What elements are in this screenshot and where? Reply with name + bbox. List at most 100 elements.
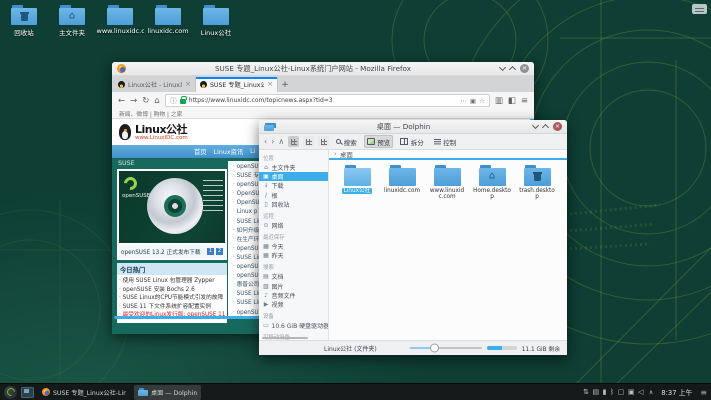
- tab-close-icon[interactable]: ×: [267, 81, 273, 88]
- back-icon[interactable]: ‹: [264, 137, 267, 147]
- site-logo-title[interactable]: Linux公社: [135, 124, 188, 135]
- selection-info: Linux公社 (文件夹): [324, 344, 377, 353]
- icon-view-button[interactable]: [288, 136, 299, 147]
- pocket-icon[interactable]: ▣: [470, 97, 476, 105]
- places-item[interactable]: 今天: [259, 242, 328, 251]
- virtual-desktop-pager[interactable]: [21, 387, 34, 398]
- place-icon: [263, 164, 269, 171]
- menu-icon[interactable]: ≡: [521, 96, 528, 106]
- url-text[interactable]: https://www.linuxidc.com/topicnews.aspx?…: [189, 97, 458, 104]
- url-bar[interactable]: ⓘ https://www.linuxidc.com/topicnews.asp…: [165, 94, 490, 107]
- file-item[interactable]: trash.desktop: [516, 165, 558, 201]
- minimize-icon[interactable]: [499, 64, 506, 71]
- promo-caption[interactable]: openSUSE 13.2 正式发布下载: [121, 247, 205, 256]
- places-item[interactable]: 10.6 GiB 硬盘驱动器: [259, 321, 328, 330]
- opensuse-chameleon-icon: [121, 174, 139, 192]
- clock[interactable]: 8:37 上午: [661, 387, 692, 397]
- back-icon[interactable]: ←: [118, 96, 125, 106]
- control-button[interactable]: 控制: [431, 135, 460, 148]
- site-nav-item[interactable]: 首页: [194, 147, 207, 156]
- close-icon[interactable]: ×: [553, 122, 562, 131]
- reload-icon[interactable]: ↻: [142, 96, 149, 106]
- desktop-folder-icon[interactable]: linuxidc.com: [144, 5, 192, 37]
- desktop-toolbox-button[interactable]: [692, 4, 707, 14]
- bookmarks-items[interactable]: 新闻、微博 | 购物 | 之家: [119, 109, 182, 118]
- pagination-2[interactable]: 2: [216, 248, 223, 255]
- minimize-icon[interactable]: [532, 122, 539, 129]
- places-item[interactable]: 视频: [259, 300, 328, 309]
- file-item[interactable]: www.linuxidc.com: [426, 165, 468, 201]
- breadcrumb[interactable]: › 桌面: [329, 150, 567, 160]
- dolphin-window: 桌面 — Dolphin × ‹ › ∧ 搜索 预览 拆分 控制: [259, 120, 567, 355]
- panel-settings-icon[interactable]: ≡: [700, 388, 707, 397]
- places-item[interactable]: 下载: [259, 181, 328, 190]
- dolphin-titlebar[interactable]: 桌面 — Dolphin ×: [259, 120, 567, 134]
- battery-icon[interactable]: ▮: [603, 388, 607, 397]
- file-item[interactable]: Home.desktop: [471, 165, 513, 201]
- file-item[interactable]: Linux公社: [336, 165, 378, 201]
- desktop-folder-icon[interactable]: 回收站: [0, 5, 48, 37]
- tux-logo-icon[interactable]: [119, 124, 131, 140]
- hot-list-link[interactable]: openSUSE 安装 Bochs 2.6: [119, 286, 225, 295]
- places-item[interactable]: 桌面: [259, 172, 328, 181]
- sidebar-toggle-icon[interactable]: ◧: [508, 96, 516, 106]
- home-icon[interactable]: ⌂: [154, 96, 159, 106]
- page-actions-icon[interactable]: ⋯: [460, 97, 467, 105]
- new-tab-button[interactable]: +: [278, 78, 292, 92]
- places-item[interactable]: 回收站: [259, 200, 328, 209]
- split-button[interactable]: 拆分: [397, 135, 427, 148]
- bookmark-star-icon[interactable]: ☆: [479, 97, 485, 105]
- desktop-folder-icon[interactable]: Linux公社: [192, 5, 240, 37]
- places-item[interactable]: 网络: [259, 221, 328, 230]
- up-icon[interactable]: ∧: [278, 137, 284, 147]
- maximize-icon[interactable]: [542, 124, 549, 131]
- bluetooth-icon[interactable]: ᛒ: [610, 388, 614, 397]
- taskbar-item-dolphin[interactable]: 桌面 — Dolphin: [134, 385, 201, 400]
- opensuse-dvd-image[interactable]: openSUSE: [119, 171, 225, 243]
- zoom-slider[interactable]: [410, 347, 482, 349]
- tab-close-icon[interactable]: ×: [185, 81, 191, 88]
- places-item[interactable]: 根: [259, 191, 328, 200]
- hot-list-link[interactable]: SUSE 11 下文件系统扩容配置实例: [119, 303, 225, 312]
- preview-button[interactable]: 预览: [364, 135, 394, 148]
- places-scrollbar[interactable]: [262, 337, 308, 340]
- forward-icon[interactable]: →: [130, 96, 137, 106]
- places-item[interactable]: 文档: [259, 272, 328, 281]
- tray-expander-icon[interactable]: ∧: [649, 388, 653, 397]
- places-item[interactable]: 主文件夹: [259, 163, 328, 172]
- notifications-icon[interactable]: ▣: [628, 388, 635, 397]
- desktop-folder-icon[interactable]: 主文件夹: [48, 5, 96, 37]
- volume-icon[interactable]: ◁: [638, 388, 643, 397]
- taskbar-item-firefox[interactable]: SUSE 专题_Linux公社-Linux系统门户…: [38, 385, 130, 400]
- tab-suse-topic[interactable]: SUSE 专题_Linux公社-Linu ×: [196, 77, 278, 92]
- column-section-label: SUSE: [117, 158, 227, 169]
- places-item[interactable]: 昨天: [259, 251, 328, 260]
- site-info-icon[interactable]: ⓘ: [170, 96, 177, 106]
- display-icon[interactable]: ▢: [618, 388, 625, 397]
- desktop-folder-icon[interactable]: www.linuxidc.com: [96, 5, 144, 37]
- clipboard-icon[interactable]: ▤: [593, 388, 600, 397]
- hot-list-link[interactable]: 使用 SUSE Linux 包管理器 Zypper: [119, 277, 225, 286]
- promo-panel[interactable]: openSUSE openSUSE 13.2 正式发布下载 1 2: [117, 169, 227, 260]
- forward-icon[interactable]: ›: [271, 137, 274, 147]
- opensuse-wordmark: openSUSE: [122, 193, 150, 199]
- places-item[interactable]: 音频文件: [259, 291, 328, 300]
- site-nav-item[interactable]: Linux资讯: [214, 147, 244, 156]
- application-launcher-icon[interactable]: [4, 386, 17, 399]
- maximize-icon[interactable]: [509, 66, 516, 73]
- hot-list-link[interactable]: SUSE Linux的CPU节能模式引发的故障: [119, 294, 225, 303]
- tab-linux-gongshe[interactable]: Linux公社 - Linux系统门户网 ×: [114, 77, 196, 92]
- site-nav-item[interactable]: Li: [250, 148, 255, 155]
- library-icon[interactable]: ▥: [495, 96, 503, 106]
- bookmarks-bar[interactable]: 新闻、微博 | 购物 | 之家: [112, 109, 534, 119]
- detail-view-button[interactable]: [303, 136, 314, 147]
- firefox-titlebar[interactable]: SUSE 专题_Linux公社-Linux系统门户网站 - Mozilla Fi…: [112, 62, 534, 76]
- places-item[interactable]: 图片: [259, 282, 328, 291]
- tree-view-button[interactable]: [318, 136, 329, 147]
- search-button[interactable]: 搜索: [333, 135, 360, 148]
- close-icon[interactable]: ×: [520, 64, 529, 73]
- network-icon[interactable]: ⇅: [583, 388, 589, 397]
- pagination-1[interactable]: 1: [207, 248, 214, 255]
- file-item[interactable]: linuxidc.com: [381, 165, 423, 201]
- breadcrumb-chevron-icon[interactable]: ›: [334, 150, 337, 158]
